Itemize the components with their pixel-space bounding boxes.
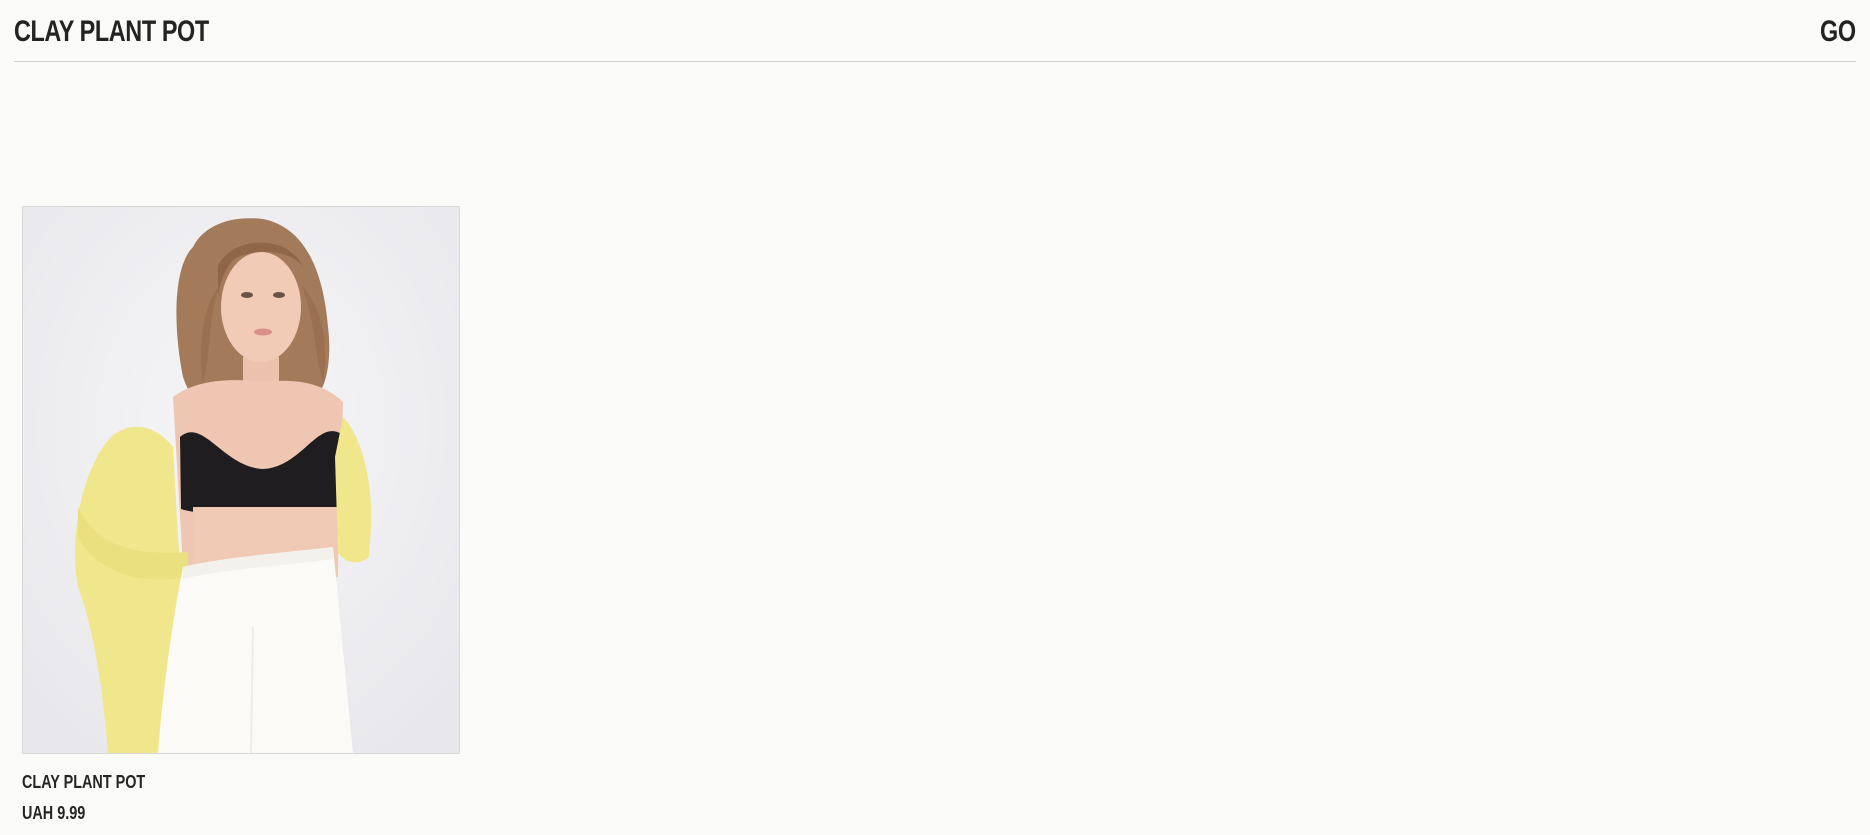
product-photo [23, 207, 459, 753]
go-link[interactable]: GO [1820, 15, 1856, 49]
product-name[interactable]: CLAY PLANT POT [22, 772, 372, 793]
product-card[interactable]: CLAY PLANT POT UAH 9.99 [22, 206, 460, 824]
product-price: UAH 9.99 [22, 803, 86, 823]
brand-title[interactable]: CLAY PLANT POT [14, 15, 209, 49]
product-image[interactable] [22, 206, 460, 754]
site-header: CLAY PLANT POT GO [14, 0, 1856, 62]
